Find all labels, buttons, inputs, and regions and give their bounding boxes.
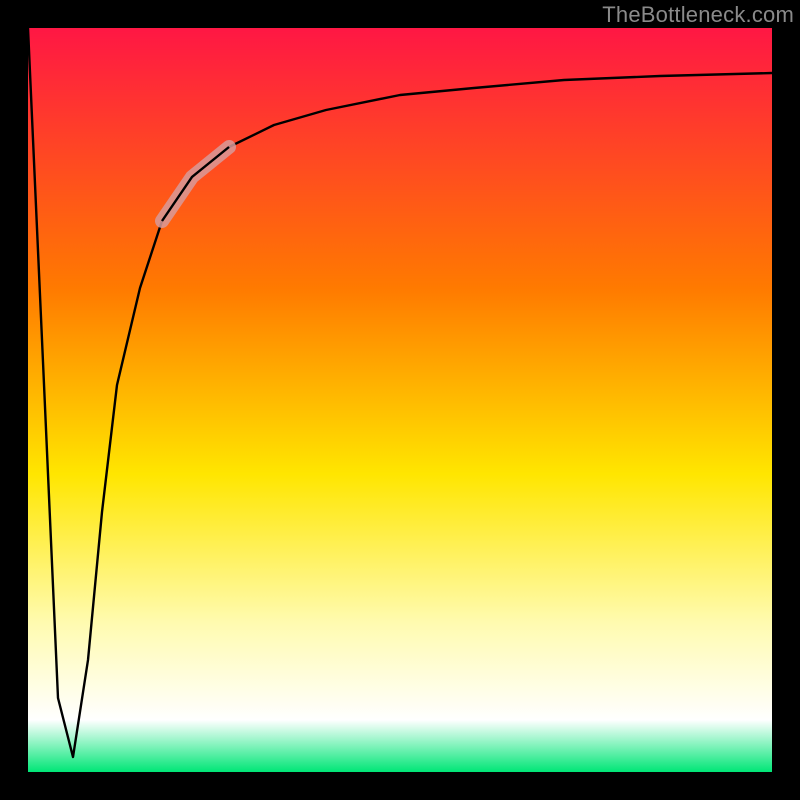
watermark-label: TheBottleneck.com (602, 2, 794, 28)
plot-background (28, 28, 772, 772)
bottleneck-chart (0, 0, 800, 800)
chart-container: TheBottleneck.com (0, 0, 800, 800)
